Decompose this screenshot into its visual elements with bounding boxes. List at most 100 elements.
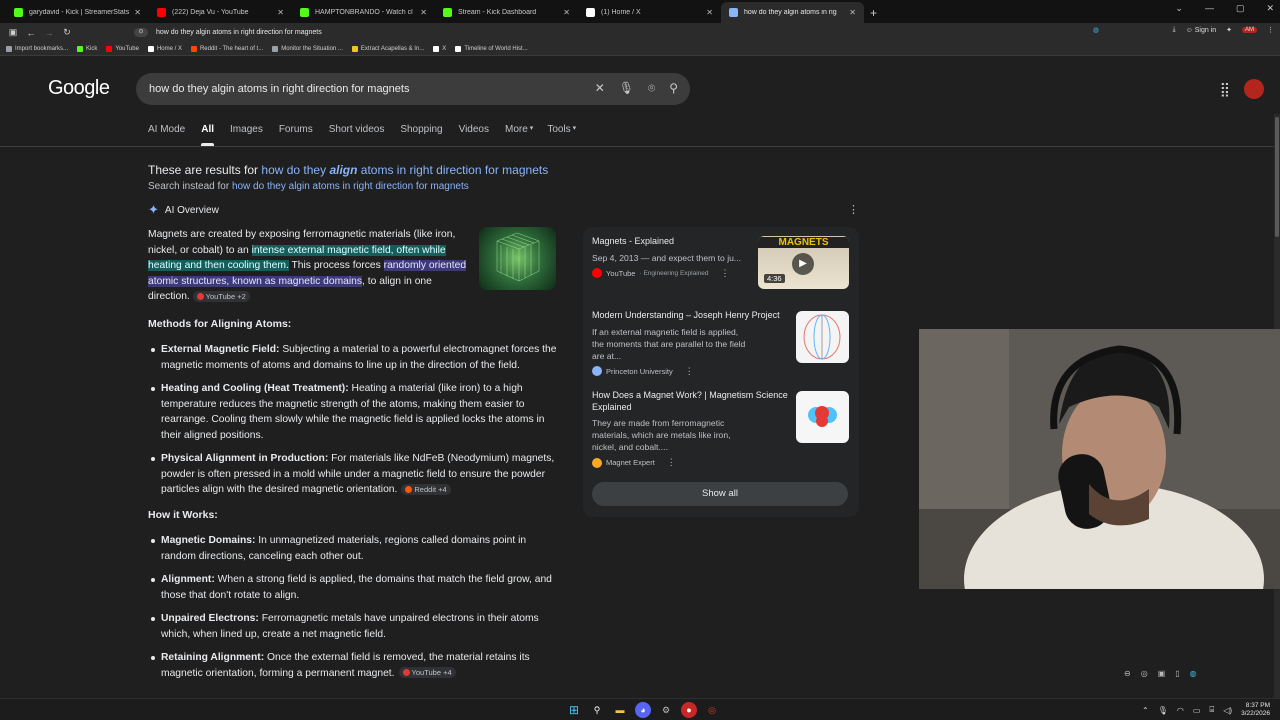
ai-overview-menu-icon[interactable]: ⋮ <box>848 203 859 216</box>
windows-start-icon[interactable]: ⊞ <box>566 702 582 718</box>
search-nav-ai-mode[interactable]: AI Mode <box>148 124 185 146</box>
close-tab-icon[interactable]: ✕ <box>134 8 141 17</box>
ai-overview-thumbnail[interactable] <box>479 227 556 290</box>
source-chip[interactable]: Reddit +4 <box>401 483 451 495</box>
bookmark-item[interactable]: Reddit - The heart of t... <box>190 45 263 52</box>
forward-button[interactable]: → <box>40 28 58 38</box>
search-box[interactable]: how do they algin atoms in right directi… <box>136 73 690 105</box>
sources-panel: Magnets - Explained Sep 4, 2013 — and ex… <box>583 227 859 517</box>
browser-tab[interactable]: Stream - Kick Dashboard ✕ <box>435 2 578 23</box>
extensions-icon[interactable]: ✦ <box>1226 26 1232 34</box>
search-nav-shopping[interactable]: Shopping <box>400 124 442 146</box>
microphone-icon[interactable]: 🎙 <box>619 81 634 96</box>
site-info-icon[interactable]: ⊙ <box>134 28 148 37</box>
link-icon[interactable]: ⊖ <box>1124 669 1131 678</box>
browser-tab[interactable]: (222) Deja Vu - YouTube ✕ <box>149 2 292 23</box>
file-explorer-icon[interactable]: ▬ <box>612 702 628 718</box>
more-options-icon[interactable]: ⋮ <box>685 366 694 377</box>
show-all-button[interactable]: Show all <box>592 482 848 506</box>
battery-icon[interactable]: ▯ <box>1175 669 1179 678</box>
minimize-button[interactable]: — <box>1205 3 1214 14</box>
google-logo[interactable]: Google <box>48 77 110 100</box>
bookmark-item[interactable]: Kick <box>77 45 97 52</box>
bookmark-label: Home / X <box>156 45 182 52</box>
search-nav-forums[interactable]: Forums <box>279 124 313 146</box>
play-icon[interactable]: ▶ <box>792 253 814 275</box>
source-chip[interactable]: YouTube +4 <box>398 667 456 679</box>
search-icon[interactable]: ⚲ <box>589 702 605 718</box>
video-thumbnail[interactable]: MAGNETS ▶ 4:36 <box>758 236 849 289</box>
bookmark-item[interactable]: YouTube <box>106 45 139 52</box>
profile-badge-icon[interactable]: AM <box>1242 27 1257 33</box>
spelling-correction: These are results for how do they align … <box>148 163 549 177</box>
browser-tab[interactable]: how do they algin atoms in rig ✕ <box>721 2 864 23</box>
search-nav-more[interactable]: More <box>505 124 528 146</box>
globe-icon[interactable]: ◍ <box>1190 669 1197 678</box>
close-tab-icon[interactable]: ✕ <box>563 8 570 17</box>
new-tab-button[interactable]: + <box>870 2 877 23</box>
clear-icon[interactable]: ✕ <box>595 81 605 96</box>
tab-title: (1) Home / X <box>601 9 641 16</box>
search-nav-all[interactable]: All <box>201 124 214 146</box>
sparkle-icon: ✦ <box>148 202 159 217</box>
search-nav-images[interactable]: Images <box>230 124 263 146</box>
search-nav-short-videos[interactable]: Short videos <box>329 124 385 146</box>
search-icon[interactable]: ⚲ <box>669 81 678 96</box>
bookmark-item[interactable]: Timeline of World Hist... <box>455 45 528 52</box>
bookmark-item[interactable]: Extract Acapellas & In... <box>351 45 425 52</box>
close-tab-icon[interactable]: ✕ <box>277 8 284 17</box>
lens-icon[interactable]: ⌾ <box>648 81 655 96</box>
browser-icon[interactable]: ● <box>681 702 697 718</box>
download-icon[interactable]: ⤓ <box>1173 26 1176 34</box>
close-tab-icon[interactable]: ✕ <box>706 8 713 17</box>
settings-icon[interactable]: ⚙ <box>658 702 674 718</box>
bookmark-favicon-icon <box>455 45 462 52</box>
search-nav-videos[interactable]: Videos <box>459 124 489 146</box>
bookmark-item[interactable]: Monitor the Situation ... <box>272 45 343 52</box>
controller-icon[interactable]: ▣ <box>1158 669 1166 678</box>
browser-tab[interactable]: HAMPTONBRANDO - Watch cl ✕ <box>292 2 435 23</box>
tab-actions-icon[interactable]: ▣ <box>4 27 22 38</box>
more-options-icon[interactable]: ⋮ <box>667 457 676 468</box>
original-query-link[interactable]: how do they algin atoms in right directi… <box>232 181 469 192</box>
avatar[interactable] <box>1244 79 1264 99</box>
close-window-button[interactable]: ✕ <box>1266 3 1274 14</box>
network-icon[interactable]: ⌸ <box>1209 705 1214 715</box>
source-thumbnail[interactable] <box>796 311 849 363</box>
mic-icon[interactable]: 🎙 <box>1158 706 1168 715</box>
reload-button[interactable]: ↻ <box>58 27 76 38</box>
clock[interactable]: 8:37 PM 3/22/2026 <box>1241 702 1270 718</box>
globe-icon[interactable]: ◍ <box>1093 26 1099 34</box>
browser-tab[interactable]: garydavid - Kick | StreamerStats ✕ <box>6 2 149 23</box>
menu-icon[interactable]: ⋮ <box>1267 26 1274 34</box>
close-tab-icon[interactable]: ✕ <box>849 8 856 17</box>
address-bar[interactable]: ⊙ how do they algin atoms in right direc… <box>134 25 1272 40</box>
browser-tab[interactable]: (1) Home / X ✕ <box>578 2 721 23</box>
bookmark-item[interactable]: Import bookmarks... <box>6 45 68 52</box>
volume-icon[interactable]: ◁) <box>1223 706 1232 715</box>
discord-icon[interactable]: ◕ <box>635 702 651 718</box>
more-options-icon[interactable]: ⋮ <box>721 268 730 279</box>
chrome-icon[interactable]: ◎ <box>1141 669 1148 678</box>
bookmark-item[interactable]: X <box>433 45 446 52</box>
search-input[interactable]: how do they algin atoms in right directi… <box>149 83 409 95</box>
tab-search-icon[interactable]: ⌄ <box>1175 3 1183 14</box>
scrollbar-thumb[interactable] <box>1275 117 1279 237</box>
maximize-button[interactable]: ▢ <box>1236 3 1245 14</box>
close-tab-icon[interactable]: ✕ <box>420 8 427 17</box>
bookmark-label: Extract Acapellas & In... <box>360 45 425 52</box>
monitor-icon[interactable]: ▭ <box>1193 706 1201 715</box>
corrected-query-link[interactable]: how do they align atoms in right directi… <box>261 163 548 177</box>
source-thumbnail[interactable] <box>796 391 849 443</box>
headset-icon[interactable]: ◠ <box>1177 706 1184 715</box>
tab-title: (222) Deja Vu - YouTube <box>172 9 249 16</box>
tray-expand-icon[interactable]: ⌃ <box>1142 706 1149 715</box>
sign-in-button[interactable]: ☺ Sign in <box>1186 27 1217 34</box>
back-button[interactable]: ← <box>22 28 40 38</box>
bookmark-favicon-icon <box>6 45 12 52</box>
chrome-icon[interactable]: ◎ <box>704 702 720 718</box>
bookmark-item[interactable]: Home / X <box>147 45 182 52</box>
source-chip[interactable]: YouTube +2 <box>192 290 250 302</box>
search-nav-tools[interactable]: Tools <box>547 124 570 146</box>
apps-grid-icon[interactable]: ⣿ <box>1220 81 1230 98</box>
